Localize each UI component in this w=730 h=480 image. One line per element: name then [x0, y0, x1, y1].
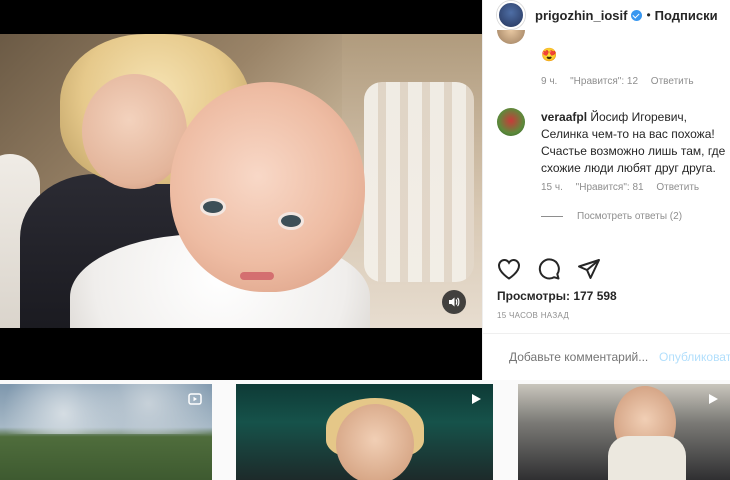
related-posts-grid — [0, 384, 730, 480]
related-post-thumbnail[interactable] — [0, 384, 212, 480]
commenter-avatar[interactable] — [497, 108, 525, 136]
comment-meta: 15 ч. "Нравится": 81 Ответить — [541, 182, 709, 193]
author-username[interactable]: prigozhin_iosif — [535, 8, 627, 23]
views-count[interactable]: Просмотры: 177 598 — [497, 289, 617, 303]
post-sidebar: prigozhin_iosif • Подписки 😍 9 ч. "Нрави… — [482, 0, 730, 380]
sound-toggle-button[interactable] — [442, 290, 466, 314]
comment-input[interactable] — [509, 349, 649, 364]
comment-emoji: 😍 — [541, 47, 558, 62]
view-replies-link[interactable]: Посмотреть ответы (2) — [541, 211, 682, 222]
speaker-icon — [449, 297, 460, 307]
view-replies-label: Посмотреть ответы (2) — [577, 211, 683, 222]
comment-text: veraafpl Йосиф Игоревич, Селинка чем-то … — [541, 109, 727, 177]
add-comment-bar: Опубликовать — [483, 333, 730, 379]
video-icon — [472, 394, 481, 404]
separator-dot: • — [646, 8, 651, 22]
comment-bubble-icon[interactable] — [537, 258, 561, 280]
verified-icon — [631, 9, 643, 21]
reply-link[interactable]: Ответить — [651, 76, 694, 87]
video-frame-subject — [170, 82, 365, 292]
paper-plane-icon[interactable] — [577, 258, 601, 280]
post-timestamp: 15 ЧАСОВ НАЗАД — [497, 311, 570, 320]
comment-likes[interactable]: "Нравится": 81 — [576, 182, 644, 193]
post-header: prigozhin_iosif • Подписки — [483, 0, 730, 30]
avatar[interactable] — [497, 1, 525, 29]
commenter-username[interactable]: veraafpl — [541, 110, 587, 124]
commenter-avatar[interactable] — [497, 30, 525, 44]
following-button[interactable]: Подписки — [655, 8, 718, 23]
comment-likes[interactable]: "Нравится": 12 — [570, 76, 638, 87]
heart-icon[interactable] — [497, 258, 521, 280]
replies-divider — [541, 216, 563, 217]
comments-list[interactable]: 😍 9 ч. "Нравится": 12 Ответить veraafpl … — [483, 30, 730, 248]
comment-meta: 9 ч. "Нравится": 12 Ответить — [541, 76, 704, 87]
post-actions — [497, 258, 601, 280]
related-post-thumbnail[interactable] — [236, 384, 493, 480]
video-player[interactable] — [0, 34, 482, 328]
reply-link[interactable]: Ответить — [656, 182, 699, 193]
related-post-thumbnail[interactable] — [518, 384, 730, 480]
comment-time: 9 ч. — [541, 76, 558, 87]
comment-time: 15 ч. — [541, 182, 563, 193]
video-icon — [709, 394, 718, 404]
publish-button[interactable]: Опубликовать — [659, 350, 730, 364]
video-icon — [188, 393, 202, 405]
